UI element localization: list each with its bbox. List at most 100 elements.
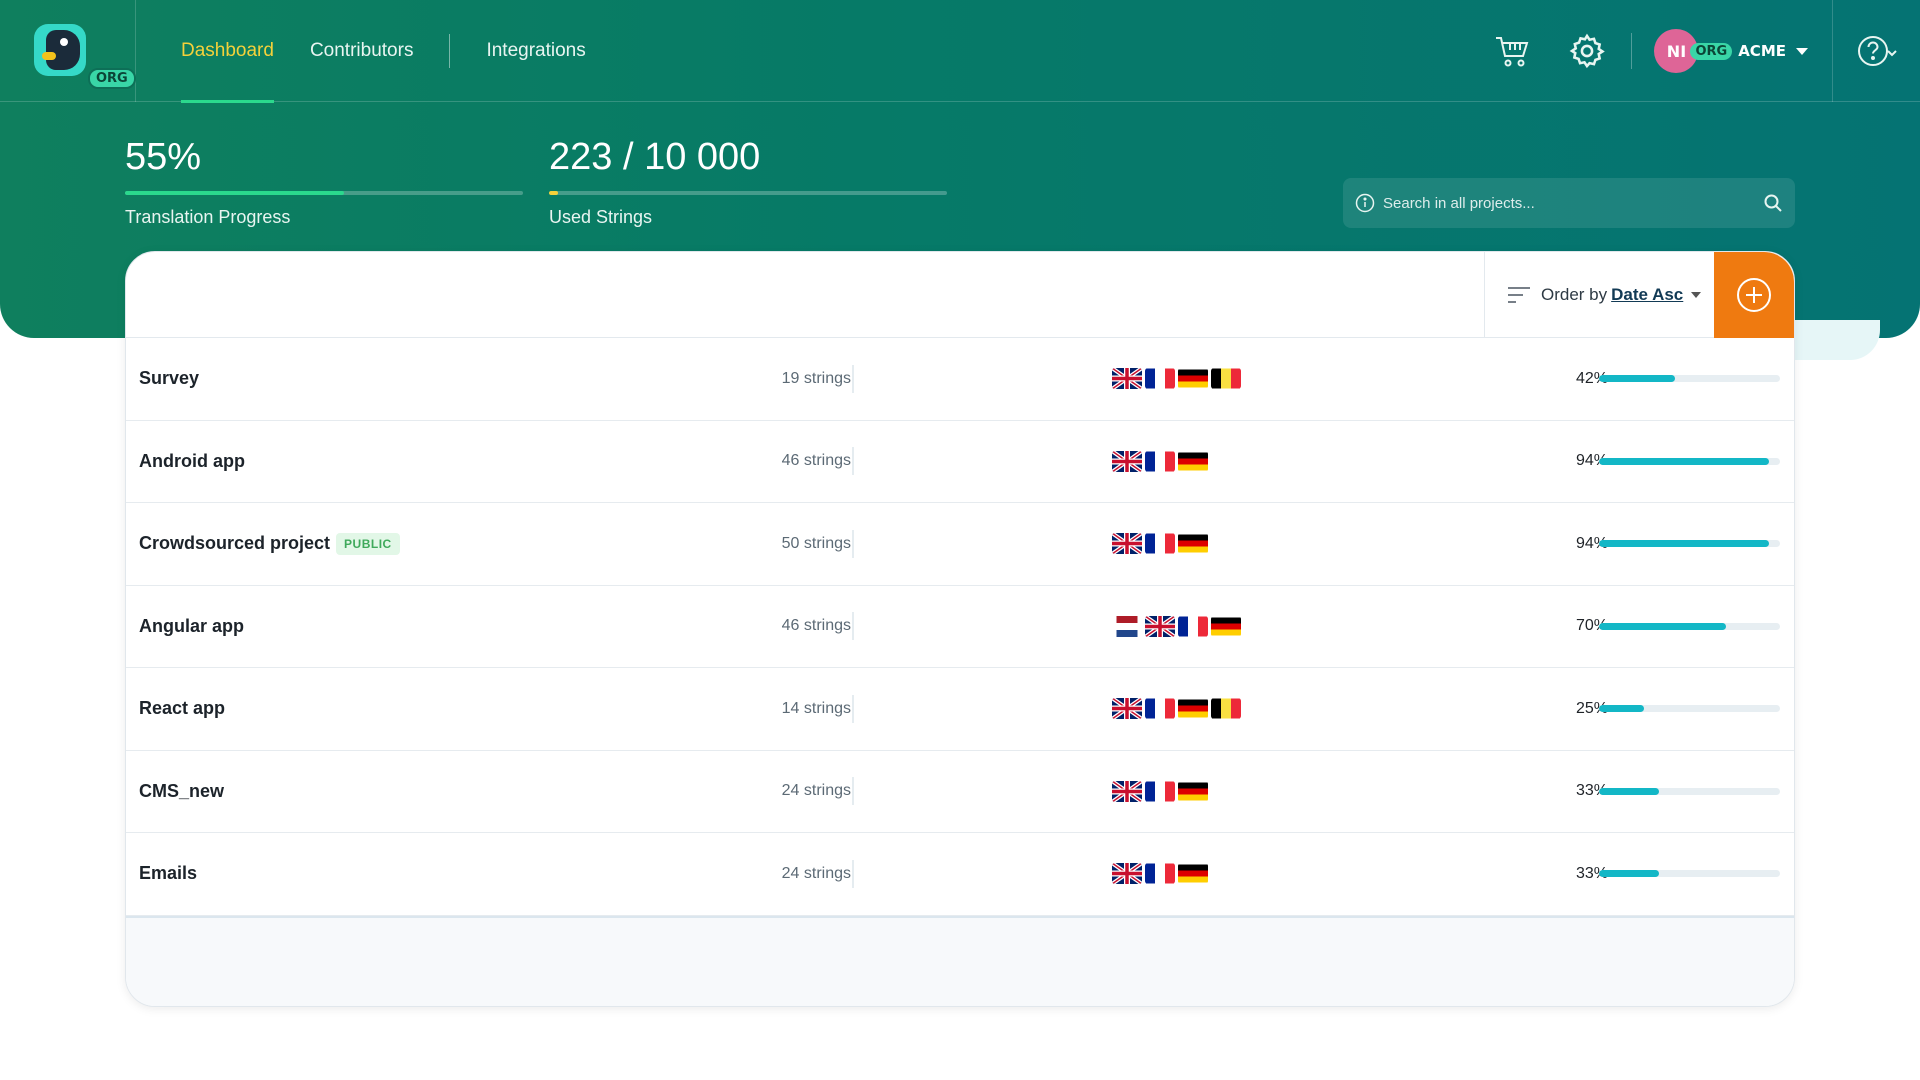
project-progress-fill [1599, 787, 1659, 795]
flag-gb-icon [1112, 698, 1142, 720]
project-languages [1112, 533, 1211, 555]
flag-de-icon [1178, 698, 1208, 719]
project-row[interactable]: Crowdsourced project PUBLIC 50 strings 94% [126, 503, 1794, 586]
organization-switcher[interactable]: NI ORG ACME [1654, 29, 1808, 73]
nav-dashboard[interactable]: Dashboard [181, 0, 274, 103]
parrot-logo-icon[interactable] [34, 24, 86, 76]
translation-progress-fill [125, 191, 344, 195]
project-string-count: 46 strings [781, 617, 851, 635]
chevron-down-icon [1796, 47, 1808, 55]
projects-card-header: Order by Date Asc [126, 252, 1794, 338]
project-name[interactable]: Angular app [139, 616, 244, 637]
project-name-text: Survey [139, 368, 200, 389]
used-strings-stat: 223 / 10 000 Used Strings [549, 136, 947, 228]
order-by-dropdown[interactable]: Order by Date Asc [1484, 252, 1714, 338]
projects-list: Survey 19 strings 42% Android app 46 strings… [126, 338, 1794, 916]
project-languages [1112, 863, 1211, 885]
nav-integrations[interactable]: Integrations [486, 0, 585, 102]
add-project-button[interactable] [1714, 252, 1794, 338]
project-progress-bar [1599, 540, 1780, 548]
used-strings-label: Used Strings [549, 207, 653, 227]
project-progress-fill [1599, 705, 1645, 713]
translation-progress-stat: 55% Translation Progress [125, 136, 523, 228]
flag-fr-icon [1145, 781, 1175, 802]
org-pill: ORG [1690, 42, 1733, 60]
order-by-label: Order by [1541, 285, 1608, 304]
search-box[interactable] [1343, 178, 1795, 228]
flag-fr-icon [1145, 698, 1175, 719]
project-name-text: Crowdsourced project [139, 533, 331, 554]
project-languages [1112, 698, 1244, 720]
nav-contributors[interactable]: Contributors [310, 0, 414, 102]
project-name[interactable]: Emails [139, 863, 197, 884]
project-languages [1112, 450, 1211, 472]
project-progress-fill [1599, 375, 1676, 383]
sort-icon [1508, 287, 1530, 303]
flag-fr-icon [1145, 368, 1175, 389]
project-name[interactable]: Survey [139, 368, 199, 389]
project-name-text: Angular app [139, 615, 245, 636]
project-progress-fill [1599, 540, 1770, 548]
flag-fr-icon [1145, 533, 1175, 554]
used-strings-fill [549, 191, 558, 195]
flag-de-icon [1211, 616, 1241, 637]
help-button[interactable] [1832, 0, 1920, 102]
project-row[interactable]: CMS_new 24 strings 33% [126, 751, 1794, 833]
project-percent: 33% [1575, 782, 1608, 800]
project-name[interactable]: React app [139, 698, 225, 719]
nav-divider [449, 34, 451, 68]
flag-fr-icon [1145, 863, 1175, 884]
project-row[interactable]: Survey 19 strings 42% [126, 338, 1794, 421]
translation-progress-label: Translation Progress [125, 207, 291, 227]
project-name[interactable]: Crowdsourced project PUBLIC [139, 532, 400, 555]
project-name-text: CMS_new [139, 780, 225, 801]
project-string-count: 19 strings [781, 369, 851, 387]
project-row[interactable]: Emails 24 strings 33% [126, 833, 1794, 916]
used-strings-value: 223 / 10 000 [549, 136, 761, 178]
flag-gb-icon [1112, 450, 1142, 472]
row-divider [852, 859, 854, 888]
project-languages [1112, 780, 1211, 802]
project-string-count: 50 strings [781, 534, 851, 552]
translation-progress-bar [125, 191, 523, 195]
project-percent: 42% [1575, 369, 1608, 387]
translation-progress-value: 55% [125, 136, 202, 178]
flag-be-icon [1211, 368, 1241, 389]
project-progress-fill [1599, 622, 1726, 630]
flag-fr-icon [1145, 451, 1175, 472]
top-navigation-bar: ORG Dashboard Contributors Integrations … [0, 0, 1920, 103]
project-name[interactable]: Android app [139, 451, 245, 472]
project-name[interactable]: CMS_new [139, 781, 224, 802]
chevron-down-icon [1691, 292, 1702, 298]
logo-area[interactable]: ORG [0, 0, 136, 102]
flag-gb-icon [1112, 863, 1142, 885]
flag-fr-icon [1178, 616, 1208, 637]
projects-card-footer [126, 916, 1794, 1006]
row-divider [852, 612, 854, 641]
project-languages [1112, 615, 1244, 637]
project-row[interactable]: Android app 46 strings 94% [126, 421, 1794, 503]
search-input[interactable] [1383, 194, 1763, 212]
row-divider [852, 529, 854, 558]
project-progress-bar [1599, 705, 1780, 713]
project-percent: 70% [1575, 617, 1608, 635]
row-divider [852, 694, 854, 723]
search-icon[interactable] [1763, 193, 1783, 213]
gear-icon[interactable] [1565, 29, 1609, 73]
flag-de-icon [1178, 533, 1208, 554]
project-progress-bar [1599, 870, 1780, 878]
flag-de-icon [1178, 451, 1208, 472]
flag-de-icon [1178, 368, 1208, 389]
project-progress-bar [1599, 457, 1780, 465]
project-row[interactable]: Angular app 46 strings 70% [126, 586, 1794, 668]
plus-circle-icon [1737, 278, 1771, 312]
projects-card: Order by Date Asc Survey 19 strings 42% Andr… [125, 251, 1795, 1007]
flag-be-icon [1211, 698, 1241, 719]
flag-gb-icon [1112, 780, 1142, 802]
flag-gb-icon [1112, 533, 1142, 555]
project-row[interactable]: React app 14 strings 25% [126, 668, 1794, 751]
cart-icon[interactable] [1491, 29, 1535, 73]
flag-de-icon [1178, 863, 1208, 884]
project-progress-bar [1599, 787, 1780, 795]
org-name: ACME [1738, 42, 1786, 60]
